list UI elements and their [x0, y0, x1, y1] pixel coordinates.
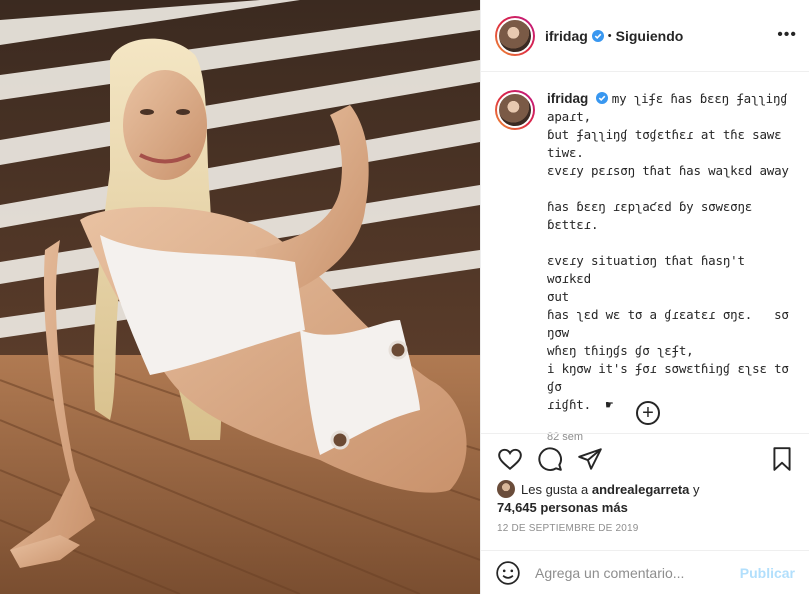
- comment-bar: Publicar: [481, 550, 809, 594]
- verified-badge-icon: [596, 92, 609, 104]
- post-container: ifridag • Siguiendo ••• ifridag my ʅiʄɛ …: [0, 0, 809, 594]
- caption-text: my ʅiʄɛ ɦas ɓɛɛŋ ʄaʅʅiŋɠ apaɾt, ɓut ʄaʅʅ…: [547, 91, 789, 412]
- caption-username[interactable]: ifridag: [547, 91, 588, 106]
- author-username[interactable]: ifridag: [545, 28, 588, 44]
- liker-avatar[interactable]: [497, 480, 515, 498]
- post-date[interactable]: 12 DE SEPTIEMBRE DE 2019: [497, 523, 639, 534]
- verified-badge-icon: [591, 29, 604, 42]
- likes-prefix: Les gusta a: [521, 482, 589, 497]
- likes-conj: y: [693, 482, 700, 497]
- liker-username[interactable]: andrealegarreta: [592, 482, 690, 497]
- paper-plane-icon[interactable]: [577, 446, 603, 472]
- post-sidebar: ifridag • Siguiendo ••• ifridag my ʅiʄɛ …: [480, 0, 809, 594]
- comment-icon[interactable]: [537, 446, 563, 472]
- bookmark-icon[interactable]: [769, 446, 795, 472]
- author-avatar[interactable]: [495, 15, 535, 56]
- avatar-image: [497, 17, 533, 54]
- more-options-icon[interactable]: •••: [777, 26, 797, 44]
- caption: ifridag my ʅiʄɛ ɦas ɓɛɛŋ ʄaʅʅiŋɠ apaɾt, …: [495, 90, 795, 443]
- comment-input[interactable]: [535, 564, 740, 581]
- plus-circle-icon[interactable]: +: [636, 401, 660, 425]
- caption-avatar[interactable]: [495, 90, 535, 130]
- avatar-image: [497, 92, 533, 128]
- smiley-icon[interactable]: [495, 560, 521, 586]
- publish-button[interactable]: Publicar: [740, 565, 795, 581]
- heart-icon[interactable]: [497, 446, 523, 472]
- separator-dot: •: [607, 29, 612, 42]
- following-button[interactable]: Siguiendo: [616, 28, 684, 44]
- caption-body: ifridag my ʅiʄɛ ɦas ɓɛɛŋ ʄaʅʅiŋɠ apaɾt, …: [547, 90, 795, 443]
- likes-summary: Les gusta a andrealegarreta y 74,645 per…: [497, 480, 793, 517]
- likes-count[interactable]: 74,645 personas más: [497, 500, 628, 515]
- action-bar: [481, 433, 809, 485]
- post-header: ifridag • Siguiendo •••: [481, 0, 809, 72]
- post-image: [0, 0, 480, 594]
- post-photo[interactable]: [0, 0, 480, 594]
